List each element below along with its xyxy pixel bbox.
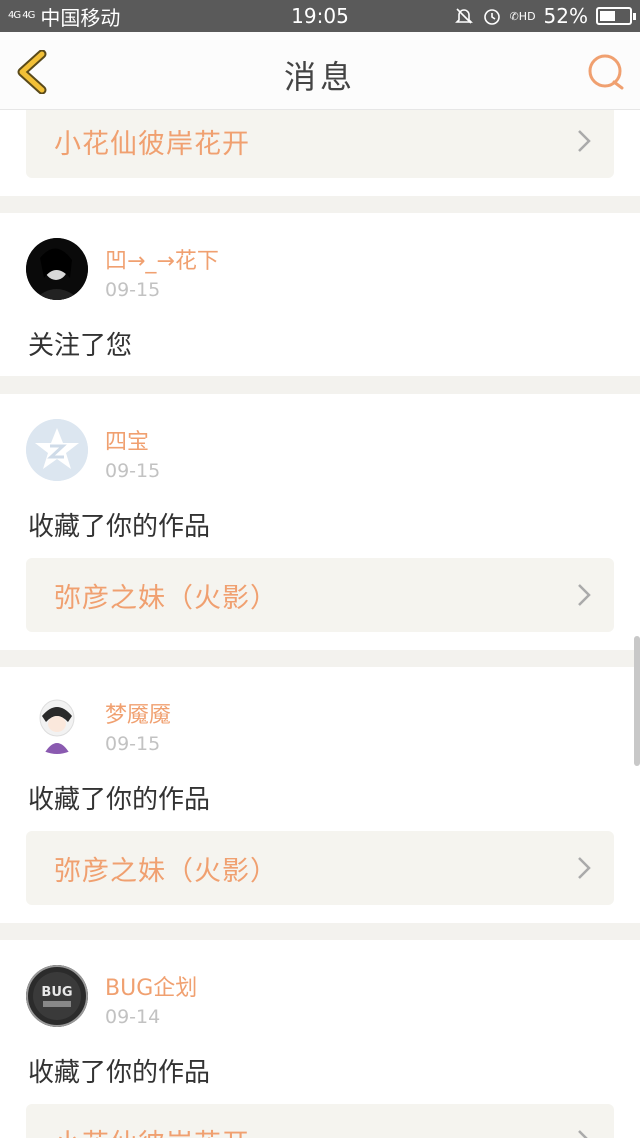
- scrollbar[interactable]: [634, 636, 640, 766]
- work-title: 弥彦之妹（火影）: [54, 583, 278, 614]
- battery-icon: [596, 7, 636, 25]
- svg-text:BUG: BUG: [41, 985, 72, 1000]
- status-bar: 4G 4G 中国移动 19:05 ✆HD 52%: [0, 0, 640, 32]
- hd-call-icon: ✆HD: [509, 9, 536, 23]
- carrier-name: 中国移动: [40, 5, 121, 30]
- work-link[interactable]: 小花仙彼岸花开: [26, 1104, 614, 1138]
- work-link[interactable]: 弥彦之妹（火影）: [26, 558, 614, 632]
- work-title: 小花仙彼岸花开: [54, 1122, 250, 1138]
- alarm-icon: [483, 9, 500, 25]
- username[interactable]: BUG企划: [105, 970, 197, 1002]
- chevron-right-icon: [578, 857, 591, 879]
- message-date: 09-15: [105, 733, 161, 755]
- message-date: 09-15: [105, 460, 161, 482]
- work-link[interactable]: 弥彦之妹（火影）: [26, 831, 614, 905]
- search-icon[interactable]: [586, 52, 626, 92]
- work-title: 小花仙彼岸花开: [54, 129, 250, 160]
- nav-bar: 消息: [0, 32, 640, 110]
- message-action: 收藏了你的作品: [28, 785, 211, 815]
- message-card: 梦魇魇 09-15 收藏了你的作品 弥彦之妹（火影）: [0, 667, 640, 923]
- username[interactable]: 凹→_→花下: [105, 243, 219, 275]
- avatar[interactable]: [26, 692, 88, 754]
- avatar[interactable]: BUG: [26, 965, 88, 1027]
- message-card: 四宝 09-15 收藏了你的作品 弥彦之妹（火影）: [0, 394, 640, 650]
- chevron-right-icon: [578, 1130, 588, 1138]
- username[interactable]: 梦魇魇: [105, 697, 171, 729]
- mute-icon: [454, 8, 473, 24]
- message-card: 小花仙彼岸花开: [0, 110, 640, 196]
- message-action: 关注了您: [28, 331, 133, 361]
- chevron-right-icon: [578, 130, 591, 152]
- username[interactable]: 四宝: [105, 424, 149, 456]
- avatar[interactable]: [26, 238, 88, 300]
- message-list[interactable]: 小花仙彼岸花开 凹→_→花下 09-15 关注了您 四宝 09-15 收藏了你的…: [0, 110, 640, 1138]
- page-title: 消息: [283, 58, 356, 96]
- battery-percent: 52%: [543, 4, 588, 28]
- message-action: 收藏了你的作品: [28, 512, 211, 542]
- avatar[interactable]: [26, 419, 88, 481]
- message-card: 凹→_→花下 09-15 关注了您: [0, 213, 640, 376]
- message-action: 收藏了你的作品: [28, 1058, 211, 1088]
- message-card: BUG BUG企划 09-14 收藏了你的作品 小花仙彼岸花开: [0, 940, 640, 1138]
- work-link[interactable]: 小花仙彼岸花开: [26, 110, 614, 178]
- signal-icon: 4G 4G: [8, 10, 35, 21]
- message-date: 09-15: [105, 279, 161, 301]
- chevron-right-icon: [578, 584, 591, 606]
- message-date: 09-14: [105, 1006, 161, 1028]
- work-title: 弥彦之妹（火影）: [54, 856, 278, 887]
